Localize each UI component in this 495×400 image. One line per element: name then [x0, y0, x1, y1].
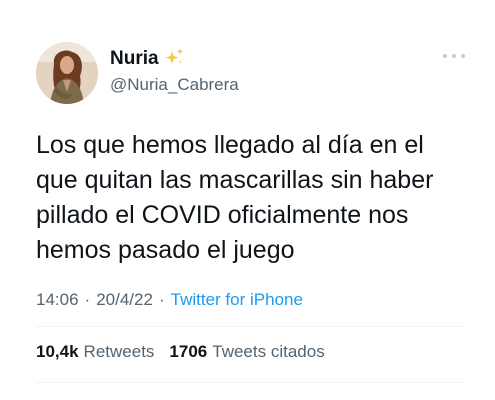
avatar[interactable] — [36, 42, 98, 104]
sparkles-icon — [163, 47, 185, 67]
tweet-card: Nuria @Nuria_Cabrera Los que hemos llega… — [0, 0, 495, 400]
retweets-label: Retweets — [83, 342, 155, 361]
more-dot — [461, 54, 465, 58]
tweet-metadata: 14:06 · 20/4/22 · Twitter for iPhone — [36, 289, 303, 311]
meta-separator: · — [84, 290, 91, 309]
quote-tweets-label: Tweets citados — [212, 342, 325, 361]
tweet-stats: 10,4k Retweets 1706 Tweets citados — [36, 341, 335, 363]
tweet-date[interactable]: 20/4/22 — [96, 289, 153, 311]
divider — [36, 326, 466, 327]
tweet-source-link[interactable]: Twitter for iPhone — [171, 289, 303, 311]
more-dot — [452, 54, 456, 58]
display-name[interactable]: Nuria — [110, 48, 159, 70]
user-handle[interactable]: @Nuria_Cabrera — [110, 75, 239, 95]
quote-tweets-count: 1706 — [169, 342, 208, 361]
avatar-image — [36, 42, 98, 104]
tweet-time[interactable]: 14:06 — [36, 289, 79, 311]
more-dot — [443, 54, 447, 58]
retweets-stat[interactable]: 10,4k Retweets — [36, 341, 154, 363]
meta-separator: · — [158, 290, 165, 309]
name-row: Nuria — [110, 48, 185, 70]
retweets-count: 10,4k — [36, 342, 79, 361]
more-options-icon[interactable] — [443, 52, 465, 60]
tweet-text: Los que hemos llegado al día en el que q… — [36, 131, 434, 264]
divider — [36, 382, 466, 383]
quote-tweets-stat[interactable]: 1706 Tweets citados — [169, 341, 324, 363]
